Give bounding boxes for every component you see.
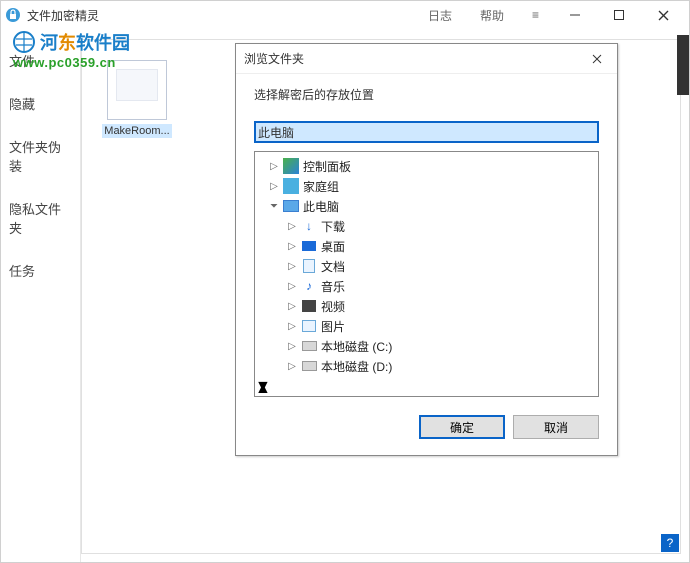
collapse-icon[interactable]: ⏷ bbox=[267, 201, 281, 212]
expand-icon[interactable]: ▷ bbox=[285, 281, 299, 292]
menu-help[interactable]: 帮助 bbox=[466, 7, 518, 24]
menu-log[interactable]: 日志 bbox=[414, 7, 466, 24]
file-thumbnail-icon bbox=[107, 60, 167, 120]
sidebar-item-folder-disguise[interactable]: 文件夹伪装 bbox=[1, 125, 80, 187]
file-item[interactable]: MakeRoom... bbox=[102, 60, 172, 138]
app-lock-icon bbox=[5, 7, 21, 23]
window-scrollbar[interactable] bbox=[677, 35, 689, 95]
tree-node-music[interactable]: ▷ ♪ 音乐 bbox=[281, 276, 596, 296]
tree-node-home-group[interactable]: ▷ 家庭组 bbox=[263, 176, 596, 196]
expand-icon[interactable]: ▷ bbox=[267, 161, 281, 172]
dialog-close-button[interactable] bbox=[585, 51, 609, 67]
tree-node-this-pc[interactable]: ⏷ 此电脑 bbox=[263, 196, 596, 216]
dialog-prompt: 选择解密后的存放位置 bbox=[254, 86, 599, 103]
titlebar: 文件加密精灵 日志 帮助 ≡ bbox=[1, 1, 689, 29]
sidebar-item-tasks[interactable]: 任务 bbox=[1, 249, 80, 292]
help-button[interactable]: ? bbox=[661, 534, 679, 552]
tree-node-pictures[interactable]: ▷ 图片 bbox=[281, 316, 596, 336]
expand-icon[interactable]: ▷ bbox=[285, 361, 299, 372]
app-title: 文件加密精灵 bbox=[27, 7, 99, 24]
control-panel-icon bbox=[283, 158, 299, 174]
cancel-button[interactable]: 取消 bbox=[513, 415, 599, 439]
tree-node-drive-c[interactable]: ▷ 本地磁盘 (C:) bbox=[281, 336, 596, 356]
sidebar-item-private-folder[interactable]: 隐私文件夹 bbox=[1, 187, 80, 249]
maximize-button[interactable] bbox=[597, 1, 641, 29]
tree-node-videos[interactable]: ▷ 视频 bbox=[281, 296, 596, 316]
browse-folder-dialog: 浏览文件夹 选择解密后的存放位置 ▷ 控制面板 ▷ 家庭组 ⏷ bbox=[235, 43, 618, 456]
tree-node-downloads[interactable]: ▷ ↓ 下载 bbox=[281, 216, 596, 236]
dialog-titlebar[interactable]: 浏览文件夹 bbox=[236, 44, 617, 74]
tree-node-control-panel[interactable]: ▷ 控制面板 bbox=[263, 156, 596, 176]
pictures-icon bbox=[301, 318, 317, 334]
expand-icon[interactable]: ▷ bbox=[285, 261, 299, 272]
close-button[interactable] bbox=[641, 1, 685, 29]
downloads-icon: ↓ bbox=[301, 218, 317, 234]
expand-icon[interactable]: ▷ bbox=[285, 241, 299, 252]
ok-button[interactable]: 确定 bbox=[419, 415, 505, 439]
tree-scrollbar[interactable]: ▲ ▼ bbox=[255, 380, 598, 397]
expand-icon[interactable]: ▷ bbox=[267, 181, 281, 192]
sidebar-item-file[interactable]: 文件 bbox=[1, 39, 80, 82]
path-input[interactable] bbox=[254, 121, 599, 143]
documents-icon bbox=[301, 258, 317, 274]
desktop-icon bbox=[301, 238, 317, 254]
menu-hamburger-icon[interactable]: ≡ bbox=[518, 8, 553, 22]
tree-node-documents[interactable]: ▷ 文档 bbox=[281, 256, 596, 276]
expand-icon[interactable]: ▷ bbox=[285, 341, 299, 352]
sidebar-item-hide[interactable]: 隐藏 bbox=[1, 82, 80, 125]
expand-icon[interactable]: ▷ bbox=[285, 321, 299, 332]
folder-tree[interactable]: ▷ 控制面板 ▷ 家庭组 ⏷ 此电脑 ▷ ↓ 下载 bbox=[254, 151, 599, 397]
file-label: MakeRoom... bbox=[102, 124, 172, 138]
home-group-icon bbox=[283, 178, 299, 194]
music-icon: ♪ bbox=[301, 278, 317, 294]
computer-icon bbox=[283, 198, 299, 214]
expand-icon[interactable]: ▷ bbox=[285, 301, 299, 312]
dialog-title: 浏览文件夹 bbox=[244, 50, 304, 67]
drive-icon bbox=[301, 338, 317, 354]
scroll-down-icon[interactable]: ▼ bbox=[255, 378, 598, 396]
tree-node-desktop[interactable]: ▷ 桌面 bbox=[281, 236, 596, 256]
minimize-button[interactable] bbox=[553, 1, 597, 29]
drive-icon bbox=[301, 358, 317, 374]
tree-node-drive-d[interactable]: ▷ 本地磁盘 (D:) bbox=[281, 356, 596, 376]
videos-icon bbox=[301, 298, 317, 314]
expand-icon[interactable]: ▷ bbox=[285, 221, 299, 232]
sidebar: 文件 隐藏 文件夹伪装 隐私文件夹 任务 bbox=[1, 39, 81, 562]
